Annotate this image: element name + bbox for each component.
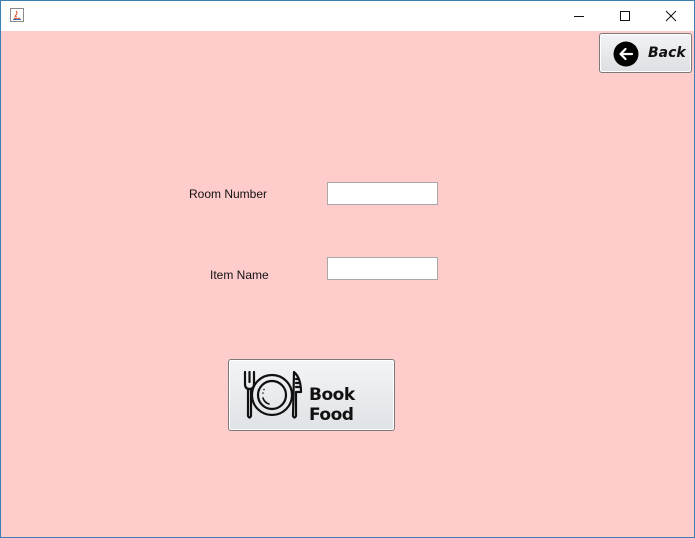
arrow-left-circle-icon (613, 41, 639, 67)
item-name-input[interactable] (327, 257, 438, 280)
book-food-button[interactable]: Book Food (228, 359, 395, 431)
item-name-label: Item Name (210, 268, 269, 282)
book-food-label: Book Food (309, 385, 355, 425)
minimize-button[interactable] (556, 1, 602, 31)
room-number-label: Room Number (189, 187, 268, 201)
room-number-input[interactable] (327, 182, 438, 205)
main-panel: Back Room Number Item Name Book Food (1, 31, 694, 537)
java-app-icon (10, 8, 24, 22)
title-bar[interactable] (1, 1, 694, 31)
close-button[interactable] (648, 1, 694, 31)
back-button[interactable]: Back (599, 33, 692, 73)
maximize-button[interactable] (602, 1, 648, 31)
close-icon (665, 10, 677, 22)
plate-fork-knife-icon (243, 370, 303, 419)
application-window: Back Room Number Item Name Book Food (0, 0, 695, 538)
maximize-icon (620, 11, 630, 21)
back-button-label: Back (648, 45, 686, 61)
minimize-icon (574, 16, 584, 17)
